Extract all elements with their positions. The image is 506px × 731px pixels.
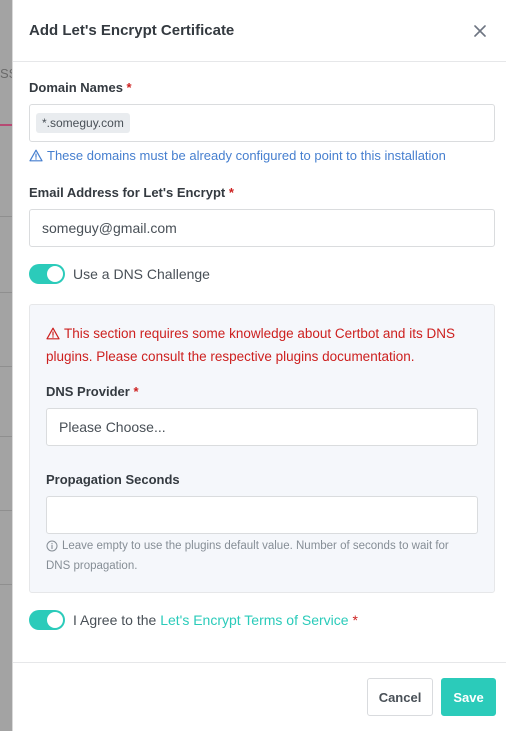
- propagation-seconds-input[interactable]: [46, 496, 478, 534]
- modal-header: Add Let's Encrypt Certificate: [13, 0, 506, 62]
- cancel-button[interactable]: Cancel: [367, 678, 433, 716]
- domain-names-label: Domain Names *: [29, 80, 490, 95]
- background-accent-line: [0, 124, 12, 126]
- agree-tos-label: I Agree to the Let's Encrypt Terms of Se…: [73, 612, 358, 628]
- propagation-hint-text-2: DNS propagation.: [46, 560, 138, 572]
- dns-provider-label-text: DNS Provider: [46, 384, 130, 399]
- close-button[interactable]: [470, 21, 490, 41]
- background-divider: [0, 510, 12, 511]
- background-divider: [0, 292, 12, 293]
- dns-provider-select[interactable]: Please Choose...: [46, 408, 478, 446]
- propagation-hint-line-1: Leave empty to use the plugins default v…: [46, 536, 478, 556]
- email-group: Email Address for Let's Encrypt * somegu…: [29, 185, 495, 247]
- toggle-knob: [47, 612, 63, 628]
- propagation-hint-text-1: Leave empty to use the plugins default v…: [62, 540, 449, 552]
- modal-footer: Cancel Save: [13, 662, 506, 731]
- toggle-knob: [47, 266, 63, 282]
- agree-tos-toggle[interactable]: [29, 610, 65, 630]
- modal-title: Add Let's Encrypt Certificate: [29, 22, 235, 39]
- email-label: Email Address for Let's Encrypt *: [29, 185, 490, 200]
- dns-warning: This section requires some knowledge abo…: [46, 322, 478, 368]
- background-divider: [0, 216, 12, 217]
- dns-warning-line-1: This section requires some knowledge abo…: [46, 322, 478, 345]
- dns-settings-panel: This section requires some knowledge abo…: [29, 304, 495, 593]
- required-mark: *: [352, 612, 358, 628]
- save-button[interactable]: Save: [441, 678, 496, 716]
- dns-challenge-row: Use a DNS Challenge: [29, 264, 490, 284]
- warning-triangle-icon: [46, 327, 60, 340]
- warning-triangle-icon: [29, 149, 43, 162]
- background-divider: [0, 366, 12, 367]
- domain-names-hint: These domains must be already configured…: [29, 148, 490, 163]
- certificate-modal: Add Let's Encrypt Certificate Domain Nam…: [12, 0, 506, 731]
- required-mark: *: [126, 80, 132, 95]
- agree-prefix: I Agree to the: [73, 612, 157, 628]
- dns-provider-label: DNS Provider *: [46, 384, 478, 399]
- background-divider: [0, 584, 12, 585]
- info-icon: [46, 540, 58, 552]
- dns-challenge-label: Use a DNS Challenge: [73, 266, 210, 282]
- domain-tag[interactable]: *.someguy.com: [36, 113, 130, 133]
- background-divider: [0, 436, 12, 437]
- propagation-hint: Leave empty to use the plugins default v…: [46, 536, 478, 576]
- dns-warning-text-2: plugins. Please consult the respective p…: [46, 349, 415, 364]
- dns-challenge-toggle[interactable]: [29, 264, 65, 284]
- dns-warning-text-1: This section requires some knowledge abo…: [64, 326, 455, 341]
- close-icon: [474, 24, 486, 37]
- tos-link[interactable]: Let's Encrypt Terms of Service: [160, 612, 348, 628]
- email-label-text: Email Address for Let's Encrypt: [29, 185, 226, 200]
- email-field[interactable]: someguy@gmail.com: [29, 209, 495, 247]
- agree-tos-row: I Agree to the Let's Encrypt Terms of Se…: [29, 610, 490, 630]
- domain-names-group: Domain Names * *.someguy.com These domai…: [29, 80, 495, 163]
- domain-names-input[interactable]: *.someguy.com: [29, 104, 495, 142]
- required-mark: *: [133, 384, 139, 399]
- modal-body: Domain Names * *.someguy.com These domai…: [13, 62, 506, 630]
- propagation-seconds-label: Propagation Seconds: [46, 472, 180, 487]
- domain-names-label-text: Domain Names: [29, 80, 123, 95]
- required-mark: *: [228, 185, 234, 200]
- domain-names-hint-text: These domains must be already configured…: [47, 148, 446, 163]
